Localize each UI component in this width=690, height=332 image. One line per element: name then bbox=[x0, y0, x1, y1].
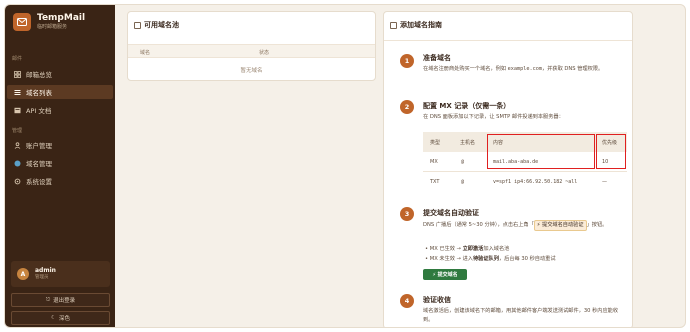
logout-button[interactable]: ⎋ 退出登录 bbox=[11, 293, 110, 307]
dns-records-table: 类型 主机名 内容 优先级 MX @ mail.aba-aba.de 10 TX… bbox=[423, 132, 627, 192]
guide-icon bbox=[390, 21, 397, 29]
bullet-text: ，后台每 30 秒自动重试 bbox=[498, 256, 556, 262]
brand: TempMail 临时邮箱服务 bbox=[13, 13, 85, 31]
grid-icon bbox=[13, 70, 21, 78]
column-header-domain: 域名 bbox=[140, 50, 151, 56]
sidebar-item-label: 域名管理 bbox=[26, 160, 52, 168]
sidebar-item-api-docs[interactable]: API 文档 bbox=[7, 103, 113, 117]
step-title: 准备域名 bbox=[423, 54, 451, 62]
sidebar-item-label: API 文档 bbox=[26, 107, 52, 115]
empty-state-text: 暂无域名 bbox=[240, 68, 263, 74]
mail-logo-icon bbox=[13, 13, 31, 31]
logout-label: 退出登录 bbox=[53, 298, 76, 304]
section-label-manage: 管理 bbox=[12, 128, 23, 134]
step-title: 提交域名自动验证 bbox=[423, 209, 479, 217]
example-domain-code: example.com bbox=[507, 66, 543, 72]
content-highlight-box bbox=[487, 134, 595, 169]
column-header-host: 主机名 bbox=[460, 140, 476, 146]
domain-pool-card: 可用域名池 域名 状态 暂无域名 bbox=[127, 11, 376, 81]
domain-pool-title: 可用域名池 bbox=[134, 20, 179, 30]
sidebar: TempMail 临时邮箱服务 邮件 邮箱总览 域名列表 API 文档 管理 账… bbox=[5, 5, 115, 327]
avatar: A bbox=[17, 268, 29, 280]
record-host: @ bbox=[461, 179, 465, 185]
column-header-type: 类型 bbox=[430, 140, 441, 146]
add-domain-guide-card: 添加域名指南 1 准备域名 在域名注册商处购买一个域名，例如 example.c… bbox=[383, 11, 633, 327]
user-card: A admin 管理员 bbox=[11, 261, 110, 287]
step-bullets: • MX 已生效 → 立即激活加入域名池 • MX 未生效 → 进入待验证队列，… bbox=[425, 244, 556, 264]
priority-highlight-box bbox=[596, 134, 626, 169]
domain-pool-table-header: 域名 状态 bbox=[128, 44, 375, 58]
gear-icon bbox=[13, 177, 21, 185]
step-desc-text: 」按钮。 bbox=[586, 222, 608, 228]
brand-name: TempMail bbox=[37, 13, 86, 23]
sidebar-item-label: 邮箱总览 bbox=[26, 71, 52, 79]
box-icon bbox=[134, 21, 141, 29]
app-window: TempMail 临时邮箱服务 邮件 邮箱总览 域名列表 API 文档 管理 账… bbox=[4, 4, 686, 328]
record-content[interactable]: v=spf1 ip4:66.92.50.182 ~all bbox=[493, 179, 577, 185]
bullet-bold: 待验证队列 bbox=[472, 256, 499, 262]
bullet-text: MX 已生效 → bbox=[429, 246, 463, 252]
bullet-text: MX 未生效 → 进入 bbox=[429, 256, 473, 262]
doc-icon bbox=[13, 106, 21, 114]
section-label-mail: 邮件 bbox=[12, 56, 23, 62]
sidebar-item-domain-list[interactable]: 域名列表 bbox=[7, 85, 113, 99]
record-type: MX bbox=[430, 159, 438, 165]
sidebar-item-domain-management[interactable]: 域名管理 bbox=[7, 156, 113, 170]
theme-label: 深色 bbox=[58, 316, 70, 322]
sidebar-item-label: 系统设置 bbox=[26, 178, 52, 186]
step-number-badge: 1 bbox=[400, 54, 414, 68]
guide-title-text: 添加域名指南 bbox=[400, 21, 442, 29]
record-host: @ bbox=[461, 159, 465, 165]
record-priority: — bbox=[602, 179, 607, 185]
bullet-bold: 立即激活 bbox=[462, 246, 484, 252]
step-desc-text: ，并获取 DNS 管理权限。 bbox=[542, 66, 604, 72]
step-description: DNS 广播后（通常 5~30 分钟），点击右上角「 ⚡ 提交域名自动验证 」按钮。 bbox=[423, 220, 628, 231]
record-type: TXT bbox=[430, 179, 440, 185]
user-icon bbox=[13, 141, 21, 149]
bullet-text: 加入域名池 bbox=[483, 246, 510, 252]
domain-pool-title-text: 可用域名池 bbox=[144, 21, 179, 29]
column-header-status: 状态 bbox=[259, 50, 270, 56]
step-desc-text: 在域名注册商处购买一个域名，例如 bbox=[423, 66, 508, 72]
theme-toggle-button[interactable]: ☾ 深色 bbox=[11, 311, 110, 325]
user-role: 管理员 bbox=[35, 275, 49, 280]
step-number-badge: 2 bbox=[400, 100, 414, 114]
user-name: admin bbox=[35, 267, 56, 274]
step-title: 配置 MX 记录（仅需一条） bbox=[423, 102, 511, 110]
sidebar-item-system-settings[interactable]: 系统设置 bbox=[7, 174, 113, 188]
step-number-badge: 3 bbox=[400, 207, 414, 221]
globe-icon bbox=[13, 159, 21, 167]
moon-icon: ☾ bbox=[51, 315, 56, 321]
sidebar-item-label: 域名列表 bbox=[26, 89, 52, 97]
logout-icon: ⎋ bbox=[45, 296, 51, 303]
list-item: • MX 未生效 → 进入待验证队列，后台每 30 秒自动重试 bbox=[425, 256, 556, 262]
submit-domain-button[interactable]: ⚡ 提交域名 bbox=[423, 269, 467, 280]
list-icon bbox=[13, 88, 21, 96]
submit-verify-tag: ⚡ 提交域名自动验证 bbox=[533, 220, 587, 231]
step-description: 在域名注册商处购买一个域名，例如 example.com，并获取 DNS 管理权… bbox=[423, 65, 628, 74]
brand-subtitle: 临时邮箱服务 bbox=[37, 24, 68, 30]
sidebar-item-account-management[interactable]: 账户管理 bbox=[7, 138, 113, 152]
list-item: • MX 已生效 → 立即激活加入域名池 bbox=[425, 246, 510, 252]
step-number-badge: 4 bbox=[400, 294, 414, 308]
step-description: 在 DNS 面板添加以下记录，让 SMTP 邮件投递到本服务器： bbox=[423, 114, 564, 120]
sidebar-item-label: 账户管理 bbox=[26, 142, 52, 150]
table-row: TXT @ v=spf1 ip4:66.92.50.182 ~all — bbox=[423, 172, 627, 192]
step-desc-text: DNS 广播后（通常 5~30 分钟），点击右上角「 bbox=[423, 222, 534, 228]
guide-title: 添加域名指南 bbox=[390, 20, 442, 30]
step-description: 域名激活后，创建该域名下的邮箱，用其他邮件客户端发送测试邮件，30 秒内应能收到… bbox=[423, 308, 619, 323]
divider bbox=[384, 40, 632, 41]
sidebar-item-mailbox-overview[interactable]: 邮箱总览 bbox=[7, 67, 113, 81]
step-title: 验证收信 bbox=[423, 296, 451, 304]
